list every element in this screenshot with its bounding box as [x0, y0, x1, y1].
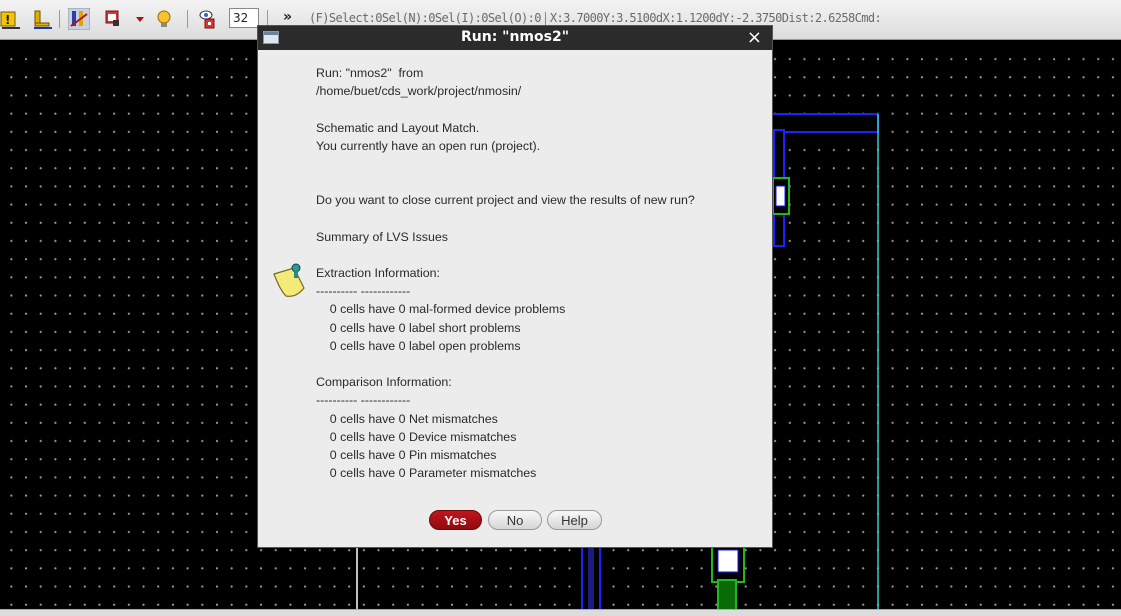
via-rect [717, 549, 739, 573]
message-line: 0 cells have 0 Pin mismatches [316, 447, 497, 462]
run-dialog: Run: "nmos2" × Run: "nmos2" from /home/b… [258, 26, 772, 547]
message-line: Schematic and Layout Match. [316, 120, 480, 135]
message-line: 0 cells have 0 Device mismatches [316, 429, 517, 444]
message-line: 0 cells have 0 label short problems [316, 320, 521, 335]
message-line [316, 355, 766, 373]
zoom-field[interactable]: 32 [229, 8, 259, 28]
message-line: Summary of LVS Issues [316, 229, 448, 244]
message-line: 0 cells have 0 Net mismatches [316, 411, 498, 426]
message-line: ---------- ------------ [316, 393, 411, 408]
toolbar-overflow-button[interactable]: » [283, 9, 292, 25]
status-readout: (F)Select:0Sel(N):0Sel(I):0Sel(O):0 X:3.7… [309, 11, 882, 26]
visibility-icon[interactable] [198, 8, 220, 30]
dialog-titlebar[interactable]: Run: "nmos2" × [258, 26, 772, 50]
message-line: 0 cells have 0 mal-formed device problem… [316, 302, 566, 317]
note-icon [273, 263, 305, 297]
message-line [316, 100, 766, 118]
yes-button[interactable]: Yes [429, 510, 482, 530]
message-line [316, 155, 766, 173]
close-icon[interactable]: × [747, 27, 762, 48]
diffusion-rect [717, 579, 737, 610]
layer-icon[interactable] [32, 8, 54, 30]
bulb-icon[interactable] [153, 8, 175, 30]
message-line: Do you want to close current project and… [316, 193, 695, 208]
toolbar-separator [187, 10, 188, 28]
message-line: /home/buet/cds_work/project/nmosin/ [316, 84, 522, 99]
metal-rect [588, 544, 594, 610]
status-bar [0, 609, 1121, 616]
message-line: 0 cells have 0 label open problems [316, 338, 521, 353]
message-line [316, 210, 766, 228]
message-line [316, 246, 766, 264]
message-line: You currently have an open run (project)… [316, 138, 541, 153]
no-button[interactable]: No [488, 510, 542, 530]
svg-text:!: ! [5, 13, 10, 27]
message-line: Comparison Information: [316, 375, 452, 390]
message-line: Extraction Information: [316, 266, 440, 281]
window-icon[interactable] [104, 8, 126, 30]
help-button[interactable]: Help [547, 510, 602, 530]
dialog-title: Run: "nmos2" [460, 29, 570, 45]
toolbar-separator [59, 10, 60, 28]
message-line: 0 cells have 0 Parameter mismatches [316, 466, 537, 481]
message-line: Run: "nmos2" from [316, 66, 424, 80]
message-line [316, 173, 766, 191]
dialog-message: Run: "nmos2" from /home/buet/cds_work/pr… [316, 64, 766, 482]
dropdown-icon[interactable] [133, 8, 155, 30]
message-line: ---------- ------------ [316, 284, 411, 299]
coordinate-status: X:3.7000Y:3.5100dX:1.1200dY:-2.3750Dist:… [549, 11, 882, 25]
selection-status: (F)Select:0Sel(N):0Sel(I):0Sel(O):0 [309, 11, 541, 25]
ruler-icon[interactable] [68, 8, 90, 30]
via-rect [775, 185, 786, 207]
warning-icon[interactable]: ! [0, 8, 22, 30]
